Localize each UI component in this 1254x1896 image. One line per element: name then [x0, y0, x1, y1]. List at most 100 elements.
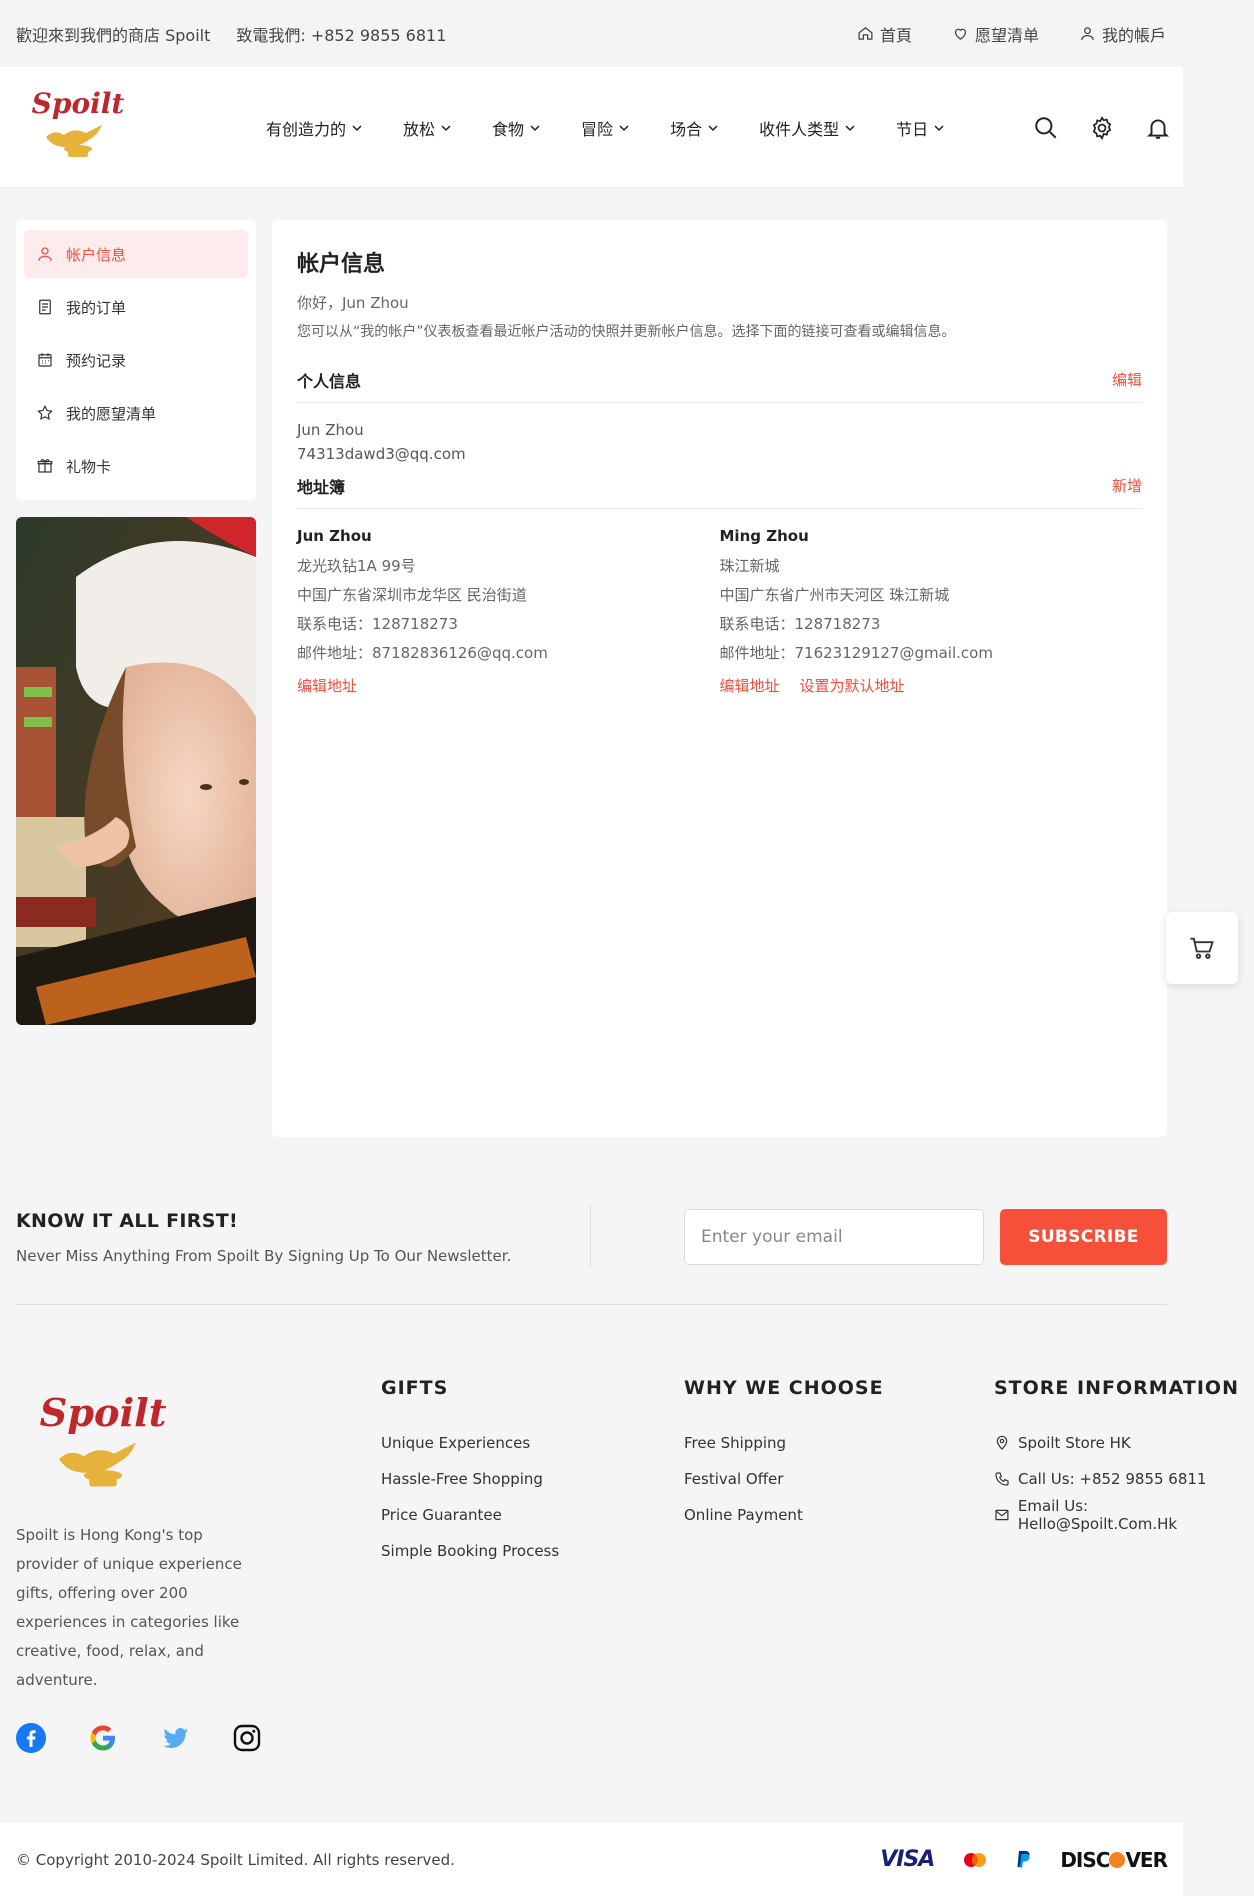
newsletter-email-input[interactable] [684, 1209, 984, 1265]
footer-why-column: WHY WE CHOOSE Free Shipping Festival Off… [684, 1377, 884, 1533]
address-card: Jun Zhou 龙光玖钻1A 99号 中国广东省深圳市龙华区 民治街道 联系电… [297, 527, 720, 696]
account-info-panel: 帐户信息 你好，Jun Zhou 您可以从“我的帐户”仪表板查看最近帐户活动的快… [272, 220, 1167, 1137]
phone-text: 致電我們: +852 9855 6811 [236, 25, 447, 45]
calendar-icon [38, 353, 52, 367]
instagram-icon[interactable] [232, 1723, 262, 1753]
address-name: Jun Zhou [297, 527, 372, 545]
footer-link[interactable]: Online Payment [684, 1497, 884, 1533]
chevron-down-icon [441, 124, 451, 131]
sidebar-item-account-info[interactable]: 帐户信息 [24, 230, 248, 278]
main-header: Spoilt 有创造力的 放松 食物 冒险 场合 收件人类型 节日 [0, 67, 1183, 188]
divider [590, 1205, 591, 1267]
subscribe-button[interactable]: SUBSCRIBE [1000, 1209, 1167, 1265]
bell-icon[interactable] [1145, 115, 1171, 141]
phone-icon [995, 1472, 1009, 1486]
edit-address-button[interactable]: 编辑地址 [720, 675, 780, 696]
footer-link[interactable]: Free Shipping [684, 1425, 884, 1461]
footer-link[interactable]: Festival Offer [684, 1461, 884, 1497]
newsletter-title: KNOW IT ALL FIRST! [16, 1210, 238, 1232]
personal-info-heading: 个人信息 [297, 371, 362, 391]
nav-label: 有创造力的 [266, 119, 347, 139]
footer-link[interactable]: Price Guarantee [381, 1497, 559, 1533]
sidebar-item-label: 预约记录 [66, 351, 127, 370]
sidebar-item-bookings[interactable]: 预约记录 [24, 336, 248, 384]
address-actions: 编辑地址 设置为默认地址 [720, 675, 1143, 696]
nav-food[interactable]: 食物 [492, 116, 541, 140]
child-christmas-photo [16, 517, 256, 1025]
spoilt-logo: Spoilt [32, 87, 124, 157]
payment-methods: VISA DISC VER [880, 1823, 1168, 1896]
chevron-down-icon [530, 124, 540, 131]
search-icon[interactable] [1033, 115, 1059, 141]
top-links: 首頁 愿望清单 我的帳戶 [857, 0, 1166, 67]
nav-creative[interactable]: 有创造力的 [266, 116, 363, 140]
gear-icon[interactable] [1089, 115, 1115, 141]
top-bar: 歡迎來到我們的商店 Spoilt 致電我們: +852 9855 6811 首頁… [0, 0, 1254, 67]
facebook-icon[interactable] [16, 1723, 46, 1753]
address-phone: 联系电话：128718273 [297, 615, 458, 633]
discover-logo-part: DISC [1060, 1847, 1110, 1872]
set-default-address-button[interactable]: 设置为默认地址 [800, 675, 905, 696]
copyright-text: © Copyright 2010-2024 Spoilt Limited. Al… [16, 1850, 455, 1869]
twitter-icon[interactable] [160, 1723, 190, 1753]
welcome-text: 歡迎來到我們的商店 Spoilt [16, 25, 211, 45]
chevron-down-icon [352, 124, 362, 131]
footer-link[interactable]: Hassle-Free Shopping [381, 1461, 559, 1497]
edit-personal-button[interactable]: 编辑 [1112, 369, 1142, 390]
user-icon [38, 247, 52, 261]
wishlist-link-label: 愿望清单 [974, 25, 1039, 45]
personal-name: Jun Zhou [297, 421, 364, 439]
address-book-header: 地址簿 新增 [297, 469, 1142, 509]
floating-cart-button[interactable] [1166, 912, 1238, 984]
nav-festival[interactable]: 节日 [896, 116, 945, 140]
nav-relax[interactable]: 放松 [403, 116, 452, 140]
footer-spoilt-logo: Spoilt [40, 1391, 166, 1487]
footer-bottom-bar: © Copyright 2010-2024 Spoilt Limited. Al… [0, 1823, 1183, 1896]
divider [16, 1304, 1167, 1305]
address-email: 邮件地址：87182836126@qq.com [297, 644, 548, 662]
google-icon[interactable] [88, 1723, 118, 1753]
nav-adventure[interactable]: 冒险 [581, 116, 630, 140]
newsletter-subtitle: Never Miss Anything From Spoilt By Signi… [16, 1247, 512, 1265]
gift-icon [37, 459, 53, 473]
footer-about: Spoilt is Hong Kong's top provider of un… [16, 1526, 242, 1689]
sidebar-item-label: 我的愿望清单 [66, 404, 157, 423]
account-sidebar: 帐户信息 我的订单 预约记录 我的愿望清单 礼物卡 [16, 220, 256, 500]
address-email: 邮件地址：71623129127@gmail.com [719, 644, 993, 662]
sidebar-item-label: 帐户信息 [66, 245, 127, 264]
sidebar-item-gift-card[interactable]: 礼物卡 [24, 442, 248, 490]
address-card: Ming Zhou 珠江新城 中国广东省广州市天河区 珠江新城 联系电话：128… [720, 527, 1143, 696]
cart-icon [1190, 937, 1214, 959]
wishlist-link[interactable]: 愿望清单 [952, 22, 1039, 46]
store-email: Email Us: Hello@Spoilt.Com.Hk [1017, 1497, 1178, 1533]
footer-store-column: STORE INFORMATION Spoilt Store HK Call U… [994, 1377, 1250, 1533]
account-link[interactable]: 我的帳戶 [1079, 22, 1166, 46]
nav-label: 节日 [896, 119, 929, 139]
receipt-icon [39, 299, 51, 315]
promo-photo [16, 517, 256, 1025]
nav-label: 场合 [670, 119, 703, 139]
sidebar-item-wishlist[interactable]: 我的愿望清单 [24, 389, 248, 437]
home-icon [858, 27, 873, 40]
sidebar-item-orders[interactable]: 我的订单 [24, 283, 248, 331]
star-icon [37, 404, 53, 421]
page-title: 帐户信息 [297, 252, 386, 277]
store-name-row: Spoilt Store HK [994, 1425, 1250, 1461]
address-line1: 珠江新城 [719, 557, 780, 575]
address-actions: 编辑地址 [297, 675, 720, 696]
sidebar-item-label: 我的订单 [66, 298, 127, 317]
address-name: Ming Zhou [719, 527, 809, 545]
add-address-button[interactable]: 新增 [1112, 475, 1142, 496]
newsletter-section: KNOW IT ALL FIRST! Never Miss Anything F… [16, 1185, 1167, 1305]
nav-occasion[interactable]: 场合 [670, 116, 719, 140]
footer-link[interactable]: Simple Booking Process [381, 1533, 559, 1569]
nav-label: 放松 [403, 119, 436, 139]
visa-logo: VISA [880, 1847, 935, 1872]
paypal-icon [1017, 1850, 1030, 1867]
nav-recipient[interactable]: 收件人类型 [759, 116, 856, 140]
edit-address-button[interactable]: 编辑地址 [297, 675, 357, 696]
address-line2: 中国广东省深圳市龙华区 民治街道 [297, 586, 527, 604]
personal-email: 74313dawd3@qq.com [297, 445, 466, 463]
home-link[interactable]: 首頁 [857, 22, 912, 46]
footer-link[interactable]: Unique Experiences [381, 1425, 559, 1461]
